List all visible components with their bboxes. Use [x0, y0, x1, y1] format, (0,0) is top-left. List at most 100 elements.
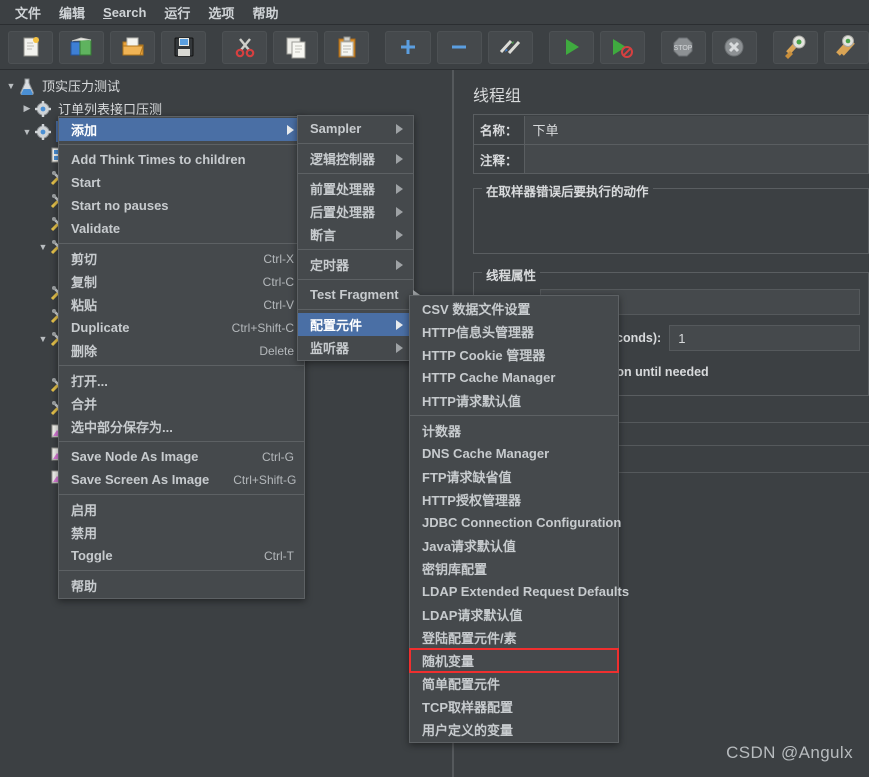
config-menu-item[interactable]: Java请求默认值 [410, 534, 618, 557]
config-menu-item-label: HTTP Cache Manager [422, 370, 556, 385]
menubar-item-0[interactable]: 文件 [6, 0, 50, 25]
add-menu-item[interactable]: Sampler [298, 117, 413, 140]
start-no-pauses-button[interactable] [599, 30, 645, 64]
add-menu-item[interactable]: 配置元件 [298, 313, 413, 336]
tree-context-menu[interactable]: 添加 Add Think Times to children Start Start … [58, 116, 305, 599]
menubar-item-3[interactable]: 运行 [155, 0, 199, 25]
config-menu-item[interactable]: CSV 数据文件设置 [410, 297, 618, 320]
templates-button[interactable] [59, 30, 105, 64]
clear-button[interactable] [772, 30, 818, 64]
config-menu-item[interactable]: HTTP信息头管理器 [410, 320, 618, 343]
clear-icon [782, 35, 808, 59]
context-menu-item[interactable]: Start no pauses [59, 194, 304, 217]
shutdown-icon [722, 35, 746, 59]
config-menu-item[interactable]: HTTP Cache Manager [410, 366, 618, 389]
expand-arrow-down-icon[interactable]: ▼ [36, 334, 50, 344]
shutdown-button[interactable] [711, 30, 757, 64]
context-menu-item[interactable]: Toggle Ctrl-T [59, 544, 304, 567]
toggle-button[interactable] [487, 30, 533, 64]
context-menu-item-shortcut: Delete [259, 343, 294, 358]
config-element-submenu[interactable]: CSV 数据文件设置 HTTP信息头管理器 HTTP Cookie 管理器 HTTP … [409, 295, 629, 743]
add-submenu[interactable]: Sampler 逻辑控制器前置处理器 后置处理器 断言定时器 Test Fragment… [297, 115, 420, 361]
submenu-arrow-icon [396, 229, 403, 240]
context-menu-item[interactable]: 剪切 Ctrl-X [59, 247, 304, 270]
sampler-error-action-body [482, 203, 860, 249]
context-menu-item[interactable]: 合并 [59, 392, 304, 415]
context-menu-item[interactable]: 粘贴 Ctrl-V [59, 293, 304, 316]
expand-arrow-right-icon[interactable]: ▶ [20, 103, 34, 114]
context-menu-item[interactable]: Save Screen As Image Ctrl+Shift-G [59, 468, 304, 491]
add-menu-item[interactable]: 前置处理器 [298, 177, 413, 200]
copy-button[interactable] [273, 30, 319, 64]
config-menu-item[interactable]: 简单配置元件 [410, 672, 618, 695]
add-menu-item-label: Sampler [310, 121, 362, 136]
start-button[interactable] [548, 30, 594, 64]
context-menu-item[interactable]: 启用 [59, 498, 304, 521]
add-menu-item-label: 监听器 [310, 341, 350, 356]
context-menu-item[interactable]: Save Node As Image Ctrl-G [59, 445, 304, 468]
open-button[interactable] [110, 30, 156, 64]
menubar-item-5[interactable]: 帮助 [243, 0, 287, 25]
context-menu-item[interactable]: 删除 Delete [59, 339, 304, 362]
expand-arrow-down-icon[interactable]: ▼ [4, 81, 18, 91]
toggle-icon [497, 35, 523, 59]
context-menu-item[interactable]: 帮助 [59, 574, 304, 597]
config-menu-item[interactable]: HTTP Cookie 管理器 [410, 343, 618, 366]
expand-all-icon [396, 35, 420, 59]
clear-all-button[interactable] [823, 30, 869, 64]
add-menu-item[interactable]: 逻辑控制器 [298, 147, 413, 170]
new-button[interactable] [8, 30, 54, 64]
name-input[interactable] [523, 115, 868, 144]
rampup-input[interactable] [669, 325, 860, 351]
save-button[interactable] [161, 30, 207, 64]
paste-button[interactable] [324, 30, 370, 64]
collapse-all-button[interactable] [436, 30, 482, 64]
menubar-item-1[interactable]: 编辑 [50, 0, 94, 25]
context-menu-item[interactable]: Validate [59, 217, 304, 240]
add-menu-item[interactable]: Test Fragment [298, 283, 420, 306]
config-menu-item[interactable]: LDAP请求默认值 [410, 603, 618, 626]
cut-button[interactable] [222, 30, 268, 64]
config-menu-item[interactable]: HTTP授权管理器 [410, 488, 618, 511]
config-menu-item[interactable]: 登陆配置元件/素 [410, 626, 618, 649]
add-menu-item[interactable]: 定时器 [298, 253, 413, 276]
context-menu-item[interactable]: 禁用 [59, 521, 304, 544]
submenu-arrow-icon [396, 319, 403, 330]
config-menu-item[interactable]: TCP取样器配置 [410, 695, 618, 718]
context-menu-item[interactable]: 添加 [59, 118, 304, 141]
context-menu-item[interactable]: Start [59, 171, 304, 194]
menubar-item-4[interactable]: 选项 [199, 0, 243, 25]
menubar-item-2[interactable]: Search [94, 2, 155, 23]
config-menu-item[interactable]: HTTP请求默认值 [410, 389, 618, 412]
config-menu-item-label: DNS Cache Manager [422, 446, 550, 461]
expand-arrow-down-icon[interactable]: ▼ [36, 242, 50, 252]
menu-separator [59, 570, 304, 571]
context-menu-item-label: Validate [71, 221, 121, 236]
add-menu-item[interactable]: 后置处理器 [298, 200, 413, 223]
config-menu-item[interactable]: JDBC Connection Configuration [410, 511, 621, 534]
context-menu-item[interactable]: 打开... [59, 369, 304, 392]
config-menu-item[interactable]: 计数器 [410, 419, 618, 442]
context-menu-item[interactable]: Add Think Times to children [59, 148, 304, 171]
config-menu-item[interactable]: DNS Cache Manager [410, 442, 618, 465]
add-menu-item-label: 逻辑控制器 [310, 152, 376, 167]
context-menu-item[interactable]: 复制 Ctrl-C [59, 270, 304, 293]
config-menu-item[interactable]: 随机变量 [409, 648, 619, 673]
context-menu-item[interactable]: Duplicate Ctrl+Shift-C [59, 316, 304, 339]
add-menu-item[interactable]: 监听器 [298, 336, 413, 359]
expand-all-button[interactable] [385, 30, 431, 64]
stop-button[interactable]: STOP [660, 30, 706, 64]
paste-icon [335, 35, 359, 59]
submenu-arrow-icon [396, 183, 403, 194]
config-menu-item[interactable]: FTP请求缺省值 [410, 465, 618, 488]
context-menu-item[interactable]: 选中部分保存为... [59, 415, 304, 438]
add-menu-item[interactable]: 断言 [298, 223, 413, 246]
config-menu-item-label: Java请求默认值 [422, 539, 516, 554]
tree-node-0[interactable]: ▼ 顶实压力测试 [0, 74, 447, 97]
config-menu-item[interactable]: 用户定义的变量 [410, 718, 618, 741]
config-menu-item[interactable]: LDAP Extended Request Defaults [410, 580, 629, 603]
context-menu-item-label: 删除 [71, 344, 98, 359]
config-menu-item[interactable]: 密钥库配置 [410, 557, 618, 580]
comment-input[interactable] [523, 145, 868, 173]
expand-arrow-down-icon[interactable]: ▼ [20, 127, 34, 137]
